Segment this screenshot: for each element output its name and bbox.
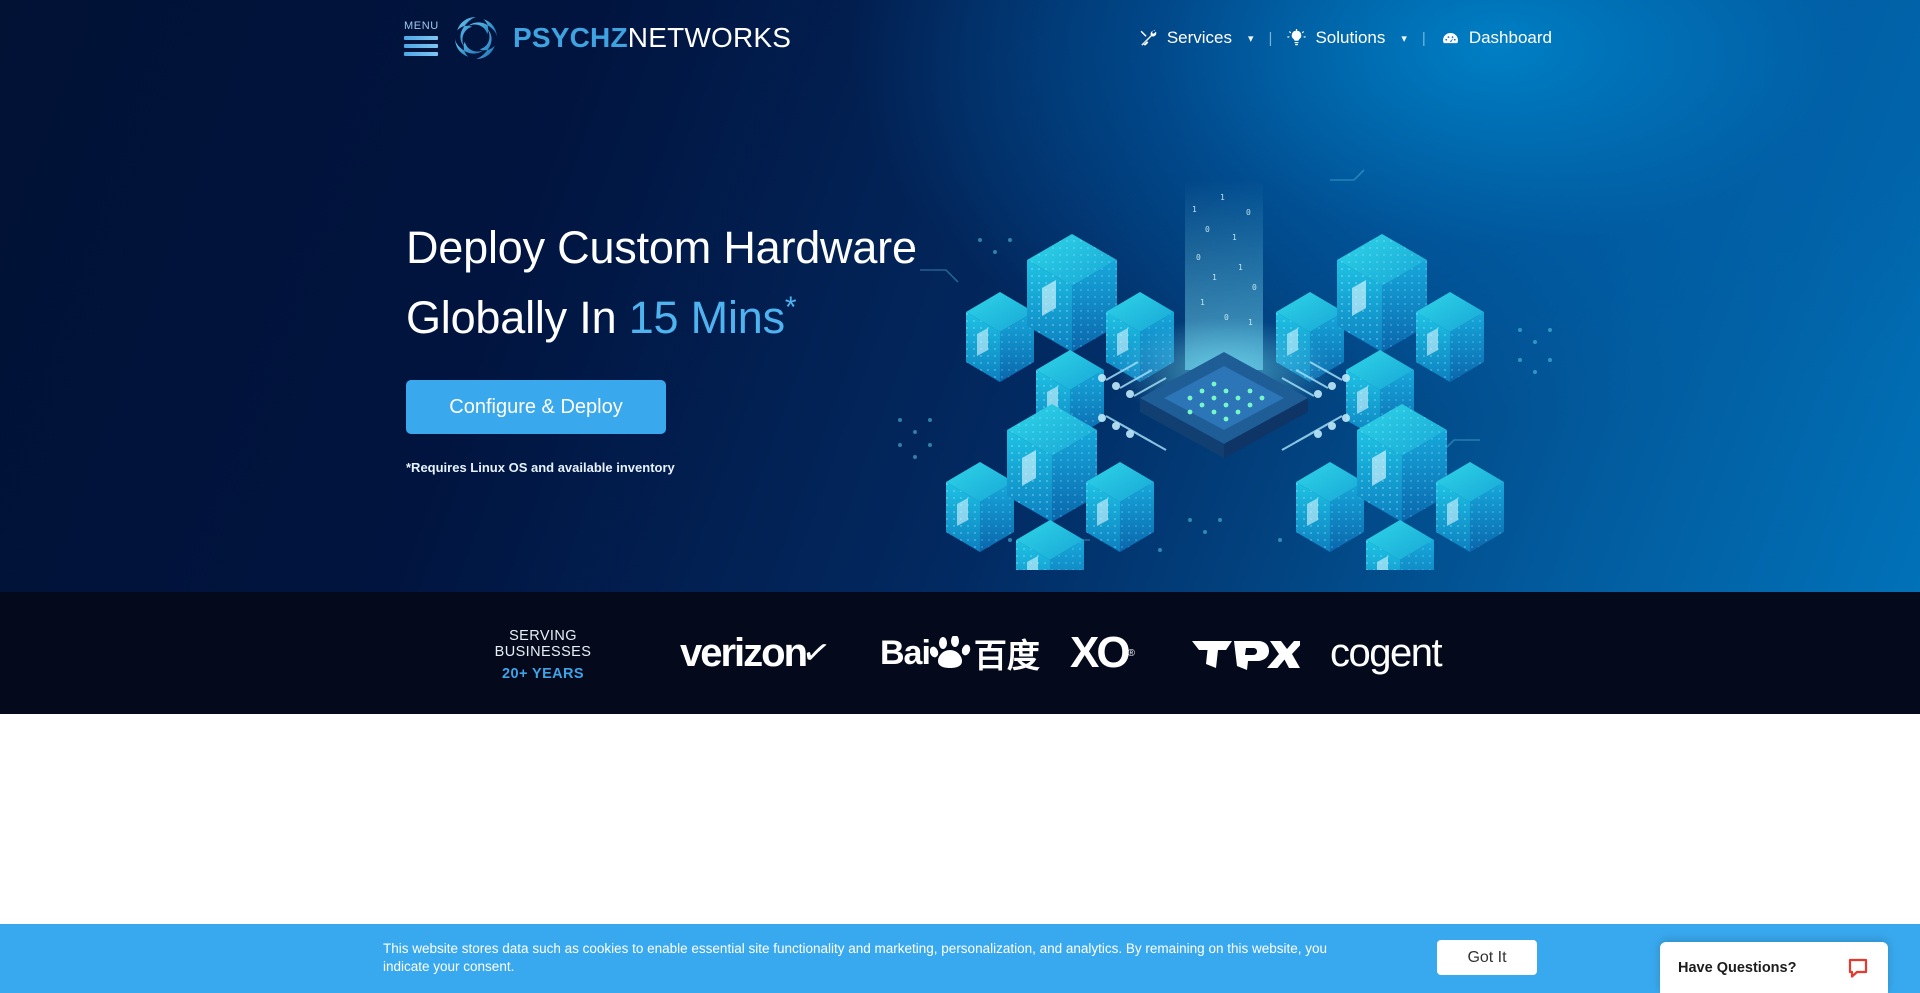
partner-logos-band: SERVING BUSINESSES 20+ YEARS verizon ✓ Ba… — [0, 592, 1920, 714]
svg-text:1: 1 — [1220, 193, 1225, 202]
hero-footnote: *Requires Linux OS and available invento… — [406, 460, 675, 475]
configure-deploy-button[interactable]: Configure & Deploy — [406, 380, 666, 434]
cookie-consent-bar: This website stores data such as cookies… — [0, 924, 1920, 993]
xo-registered-mark: ® — [1127, 647, 1135, 659]
nav-label-services: Services — [1166, 28, 1233, 47]
cookie-accept-button[interactable]: Got It — [1437, 940, 1537, 975]
chevron-down-icon[interactable]: ▾ — [1248, 32, 1254, 45]
hero-title-line2-prefix: Globally In — [406, 292, 629, 343]
hero-title-highlight: 15 Mins — [628, 292, 785, 343]
baidu-logo: Bai 百度 — [880, 592, 1040, 714]
brand-logo[interactable]: PSYCHZNETWORKS — [452, 14, 791, 62]
serving-businesses-block: SERVING BUSINESSES 20+ YEARS — [462, 628, 624, 682]
baidu-chinese-chars: 百度 — [973, 637, 1040, 674]
services-section: Infrastructure — [0, 714, 1920, 993]
hero-title-asterisk: * — [784, 291, 797, 324]
tools-icon — [1140, 29, 1157, 46]
svg-text:1: 1 — [1232, 233, 1237, 242]
xo-logo: XO ® — [1070, 592, 1135, 714]
hero-title: Deploy Custom Hardware Globally In 15 Mi… — [406, 218, 1046, 348]
hamburger-icon[interactable] — [404, 36, 438, 56]
svg-text:1: 1 — [1212, 273, 1217, 282]
svg-text:1: 1 — [1200, 298, 1205, 307]
cogent-logo: cogent — [1330, 592, 1443, 714]
chat-bubble-icon[interactable] — [1846, 956, 1870, 980]
nav-label-solutions: Solutions — [1315, 28, 1386, 47]
lightbulb-icon — [1287, 28, 1307, 45]
nav-separator-2: | — [1421, 29, 1426, 47]
nav-label-dashboard: Dashboard — [1468, 28, 1552, 47]
brand-wordmark: PSYCHZNETWORKS — [513, 14, 791, 62]
gauge-icon — [1442, 32, 1458, 43]
cookie-consent-text: This website stores data such as cookies… — [383, 941, 1328, 974]
nav-separator-1: | — [1268, 29, 1273, 47]
serving-line-1: SERVING BUSINESSES — [494, 628, 592, 660]
baidu-wordmark: Bai — [880, 633, 931, 672]
chevron-down-icon[interactable]: ▾ — [1401, 32, 1407, 45]
svg-text:0: 0 — [1196, 253, 1201, 262]
brand-primary: PSYCHZ — [513, 22, 628, 53]
svg-text:1: 1 — [1192, 205, 1197, 214]
baidu-paw-icon — [929, 635, 974, 670]
chat-widget[interactable]: Have Questions? — [1660, 942, 1888, 993]
primary-nav: Services ▾ | Solutions ▾ | Dashboard — [1139, 28, 1552, 48]
cogent-wordmark: cogent — [1330, 630, 1443, 675]
psychz-swirl-icon — [455, 17, 497, 59]
hero-section: 101 100 110 101 — [0, 0, 1920, 592]
svg-text:1: 1 — [1238, 263, 1243, 272]
svg-text:0: 0 — [1205, 225, 1210, 234]
menu-label: MENU — [404, 20, 439, 32]
verizon-logo: verizon ✓ — [680, 592, 832, 714]
chat-widget-label: Have Questions? — [1678, 959, 1797, 976]
nav-item-dashboard[interactable]: Dashboard — [1441, 28, 1552, 48]
nav-item-solutions[interactable]: Solutions ▾ — [1287, 28, 1407, 48]
xo-wordmark: XO — [1070, 628, 1131, 677]
menu-toggle[interactable]: MENU — [404, 20, 439, 56]
verizon-wordmark: verizon — [680, 630, 808, 675]
hero-title-line1: Deploy Custom Hardware — [406, 222, 917, 273]
verizon-check-icon: ✓ — [798, 631, 832, 675]
serving-line-2: 20+ YEARS — [502, 666, 584, 682]
nav-item-services[interactable]: Services ▾ — [1139, 28, 1254, 48]
top-navigation: MENU PSYCHZNETWORKS Services ▾ | Solutio… — [0, 0, 1920, 78]
tpx-logo — [1190, 592, 1300, 714]
brand-secondary: NETWORKS — [627, 22, 792, 53]
svg-text:0: 0 — [1252, 283, 1257, 292]
svg-text:0: 0 — [1246, 208, 1251, 217]
hero-copy: Deploy Custom Hardware Globally In 15 Mi… — [406, 218, 1046, 475]
